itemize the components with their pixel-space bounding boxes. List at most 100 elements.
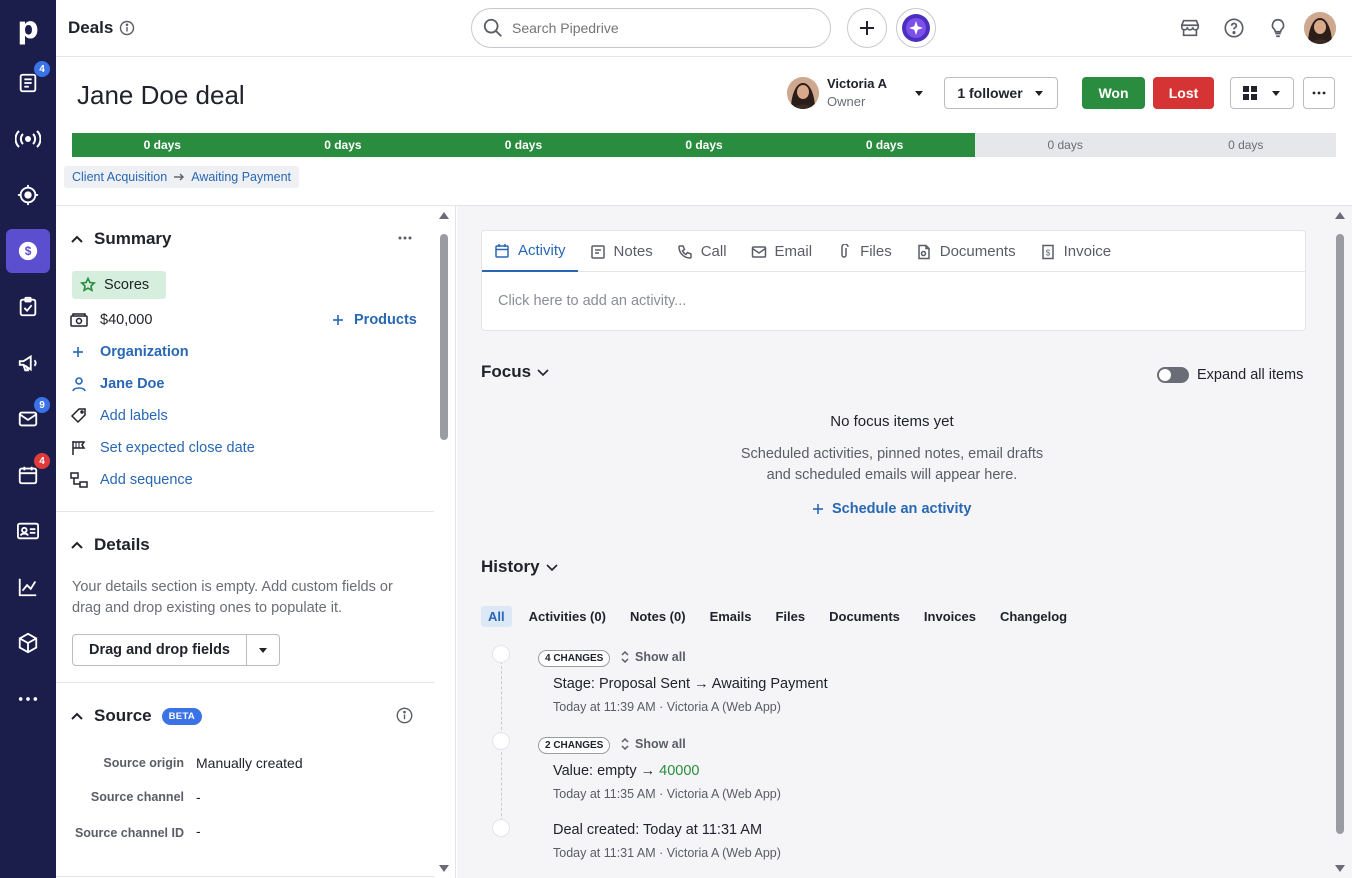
source-channel-value[interactable]: - <box>196 789 201 805</box>
summary-header[interactable]: Summary <box>70 229 171 249</box>
owner-selector[interactable]: Victoria A Owner <box>787 76 925 109</box>
person-link[interactable]: Jane Doe <box>70 376 164 392</box>
nav-deals[interactable]: $ <box>6 229 50 273</box>
search-input[interactable] <box>512 20 812 36</box>
pipeline-stage[interactable]: 0 days <box>433 133 614 157</box>
deal-value-row[interactable]: $40,000 <box>70 312 152 328</box>
stage-label: 0 days <box>685 138 723 152</box>
target-icon <box>17 184 39 206</box>
show-all-button[interactable]: Show all <box>620 650 686 664</box>
lost-button[interactable]: Lost <box>1153 77 1214 109</box>
left-nav: p 4 $ 9 4 <box>0 0 56 878</box>
lightbulb-icon[interactable] <box>1266 16 1290 40</box>
tab-documents[interactable]: Documents <box>904 231 1028 272</box>
tab-notes[interactable]: Notes <box>578 231 665 272</box>
nav-contacts[interactable] <box>6 509 50 553</box>
chevron-up-icon <box>71 235 83 243</box>
close-date-button[interactable]: Set expected close date <box>70 440 255 456</box>
nav-mail[interactable]: 9 <box>6 397 50 441</box>
add-organization-button[interactable]: Organization <box>70 344 189 360</box>
history-tab-files[interactable]: Files <box>768 606 812 627</box>
source-header[interactable]: Source BETA <box>70 706 202 726</box>
follower-button[interactable]: 1 follower <box>944 77 1058 109</box>
user-avatar[interactable] <box>1304 12 1336 44</box>
focus-header[interactable]: Focus <box>481 362 551 382</box>
history-tab-changelog[interactable]: Changelog <box>993 606 1074 627</box>
history-header[interactable]: History <box>481 557 560 577</box>
right-scroll-thumb[interactable] <box>1336 234 1344 834</box>
view-toggle-button[interactable] <box>1230 77 1294 109</box>
summary-menu-icon[interactable] <box>398 236 412 240</box>
nav-campaigns[interactable] <box>6 341 50 385</box>
pipeline-stage[interactable]: 0 days <box>613 133 795 157</box>
top-bar: Deals <box>56 0 1352 57</box>
tasks-icon <box>19 296 37 317</box>
pipeline-stage[interactable]: 0 days <box>974 133 1156 157</box>
drag-drop-fields-button[interactable]: Drag and drop fields <box>73 635 247 665</box>
history-tab-all[interactable]: All <box>481 606 512 627</box>
quick-add-button[interactable] <box>847 8 887 48</box>
pipeline-stage[interactable]: 0 days <box>252 133 434 157</box>
add-labels-button[interactable]: Add labels <box>70 408 168 424</box>
breadcrumb-pipeline[interactable]: Client Acquisition <box>72 170 167 184</box>
show-all-label: Show all <box>635 737 686 751</box>
tab-call[interactable]: Call <box>665 231 739 272</box>
pipedrive-logo[interactable]: p <box>0 0 56 56</box>
calendar-badge: 4 <box>34 453 50 469</box>
won-button[interactable]: Won <box>1082 77 1145 109</box>
more-actions-button[interactable] <box>1303 77 1335 109</box>
history-tab-activities[interactable]: Activities (0) <box>522 606 613 627</box>
owner-name: Victoria A <box>827 76 887 91</box>
nav-products[interactable] <box>6 621 50 665</box>
page-title: Deals <box>68 18 135 38</box>
add-products-button[interactable]: Products <box>332 312 417 328</box>
mail-icon <box>18 411 38 427</box>
pipeline-stage[interactable]: 0 days <box>794 133 975 157</box>
history-tab-notes[interactable]: Notes (0) <box>623 606 693 627</box>
expand-all-toggle[interactable] <box>1157 367 1189 383</box>
breadcrumb-stage[interactable]: Awaiting Payment <box>191 170 291 184</box>
pipeline-stage[interactable]: 0 days <box>72 133 253 157</box>
main-content: Activity Notes Call Email Files Document… <box>457 206 1352 878</box>
drag-drop-dropdown[interactable] <box>247 635 279 665</box>
info-icon[interactable] <box>396 707 413 724</box>
nav-insights[interactable] <box>6 565 50 609</box>
tab-activity[interactable]: Activity <box>482 231 578 272</box>
pipeline-stage[interactable]: 0 days <box>1155 133 1337 157</box>
nav-calendar[interactable]: 4 <box>6 453 50 497</box>
right-scrollbar[interactable] <box>1334 210 1345 874</box>
nav-leads[interactable]: 4 <box>6 61 50 105</box>
calendar-icon <box>18 466 38 485</box>
timeline-dot <box>492 645 510 663</box>
chevron-down-icon <box>537 369 549 377</box>
left-scrollbar[interactable] <box>438 210 449 874</box>
details-header[interactable]: Details <box>70 535 150 555</box>
history-tab-emails[interactable]: Emails <box>703 606 759 627</box>
scores-button[interactable]: Scores <box>72 271 166 299</box>
deal-title[interactable]: Jane Doe deal <box>77 80 245 111</box>
tab-files[interactable]: Files <box>824 231 904 272</box>
help-icon[interactable] <box>1222 16 1246 40</box>
history-tab-documents[interactable]: Documents <box>822 606 907 627</box>
info-icon[interactable] <box>119 20 135 36</box>
nav-broadcast[interactable] <box>6 117 50 161</box>
source-channel-id-value[interactable]: - <box>196 823 201 839</box>
nav-target[interactable] <box>6 173 50 217</box>
left-scroll-thumb[interactable] <box>440 234 448 440</box>
show-all-button[interactable]: Show all <box>620 737 686 751</box>
activity-input[interactable]: Click here to add an activity... <box>498 293 686 309</box>
ai-assistant-button[interactable] <box>896 8 936 48</box>
add-sequence-button[interactable]: Add sequence <box>70 472 193 488</box>
marketplace-icon[interactable] <box>1178 16 1202 40</box>
source-origin-value[interactable]: Manually created <box>196 755 303 771</box>
search-bar[interactable] <box>471 8 831 48</box>
nav-tasks[interactable] <box>6 285 50 329</box>
schedule-activity-button[interactable]: Schedule an activity <box>812 501 971 517</box>
tab-email[interactable]: Email <box>739 231 825 272</box>
focus-empty-title: No focus items yet <box>830 413 954 430</box>
history-tab-invoices[interactable]: Invoices <box>917 606 983 627</box>
stage-label: 0 days <box>1228 138 1264 152</box>
tab-invoice[interactable]: $ Invoice <box>1028 231 1124 272</box>
nav-more[interactable] <box>6 677 50 721</box>
campaigns-icon <box>18 354 37 372</box>
